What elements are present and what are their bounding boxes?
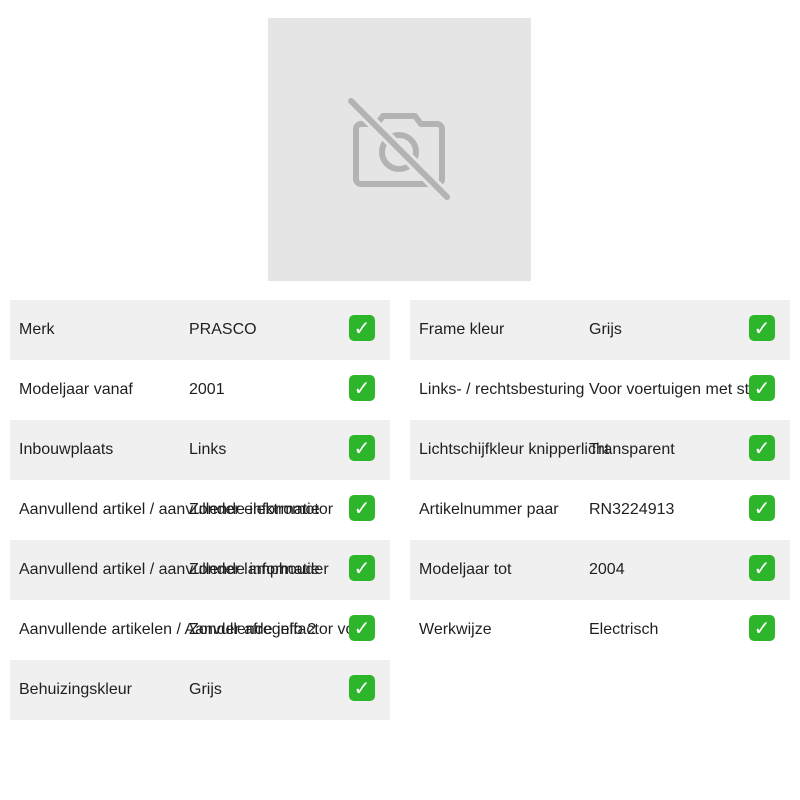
spec-label: Lichtschijfkleur knipperlicht <box>419 441 610 458</box>
check-mark-icon: ✓ <box>349 555 375 581</box>
spec-label: Modeljaar tot <box>419 561 512 578</box>
spec-row: Modeljaar tot 2004 ✓ <box>410 540 790 600</box>
check-mark-icon: ✓ <box>749 495 775 521</box>
spec-value: PRASCO <box>189 321 257 338</box>
spec-value: Zonder afregelfactor voor <box>189 621 369 638</box>
spec-value: Grijs <box>589 321 622 338</box>
check-mark-icon: ✓ <box>349 495 375 521</box>
spec-row: Behuizingskleur Grijs ✓ <box>10 660 390 720</box>
spec-label: Merk <box>19 321 55 338</box>
check-mark-icon: ✓ <box>749 435 775 461</box>
spec-value: RN3224913 <box>589 501 675 518</box>
spec-value: 2004 <box>589 561 625 578</box>
check-mark-icon: ✓ <box>749 315 775 341</box>
spec-table-left: Merk PRASCO ✓ Modeljaar vanaf 2001 ✓ Inb… <box>10 300 390 720</box>
spec-value: Zonder elektromotor <box>189 501 334 518</box>
check-mark-icon: ✓ <box>349 675 375 701</box>
spec-row: Aanvullend artikel / aanvullende informa… <box>10 540 390 600</box>
spec-table-right: Frame kleur Grijs ✓ Links- / rechtsbestu… <box>410 300 790 660</box>
check-mark-icon: ✓ <box>749 555 775 581</box>
spec-row: Frame kleur Grijs ✓ <box>410 300 790 360</box>
spec-row: Inbouwplaats Links ✓ <box>10 420 390 480</box>
check-mark-icon: ✓ <box>349 435 375 461</box>
spec-row: Modeljaar vanaf 2001 ✓ <box>10 360 390 420</box>
spec-label: Inbouwplaats <box>19 441 114 458</box>
spec-value: Transparent <box>589 441 675 458</box>
product-image-placeholder <box>268 18 531 281</box>
spec-value: Zonder lamphouder <box>189 561 329 578</box>
spec-label: Behuizingskleur <box>19 681 132 698</box>
check-mark-icon: ✓ <box>349 315 375 341</box>
no-camera-icon <box>347 97 452 202</box>
spec-label: Werkwijze <box>419 621 492 638</box>
spec-row: Links- / rechtsbesturing Voor voertuigen… <box>410 360 790 420</box>
spec-row: Aanvullend artikel / aanvullende informa… <box>10 480 390 540</box>
spec-row: Aanvullende artikelen / Aanvullende info… <box>10 600 390 660</box>
spec-value: Electrisch <box>589 621 659 638</box>
spec-label: Links- / rechtsbesturing <box>419 381 585 398</box>
spec-value: Links <box>189 441 227 458</box>
check-mark-icon: ✓ <box>349 615 375 641</box>
spec-row: Lichtschijfkleur knipperlicht Transparen… <box>410 420 790 480</box>
spec-row: Werkwijze Electrisch ✓ <box>410 600 790 660</box>
spec-value: 2001 <box>189 381 225 398</box>
spec-label: Modeljaar vanaf <box>19 381 133 398</box>
spec-label: Frame kleur <box>419 321 505 338</box>
spec-label: Artikelnummer paar <box>419 501 559 518</box>
spec-row: Artikelnummer paar RN3224913 ✓ <box>410 480 790 540</box>
spec-row: Merk PRASCO ✓ <box>10 300 390 360</box>
spec-value: Grijs <box>189 681 222 698</box>
check-mark-icon: ✓ <box>349 375 375 401</box>
check-mark-icon: ✓ <box>749 615 775 641</box>
check-mark-icon: ✓ <box>749 375 775 401</box>
spec-value: Voor voertuigen met stuur <box>589 381 773 398</box>
